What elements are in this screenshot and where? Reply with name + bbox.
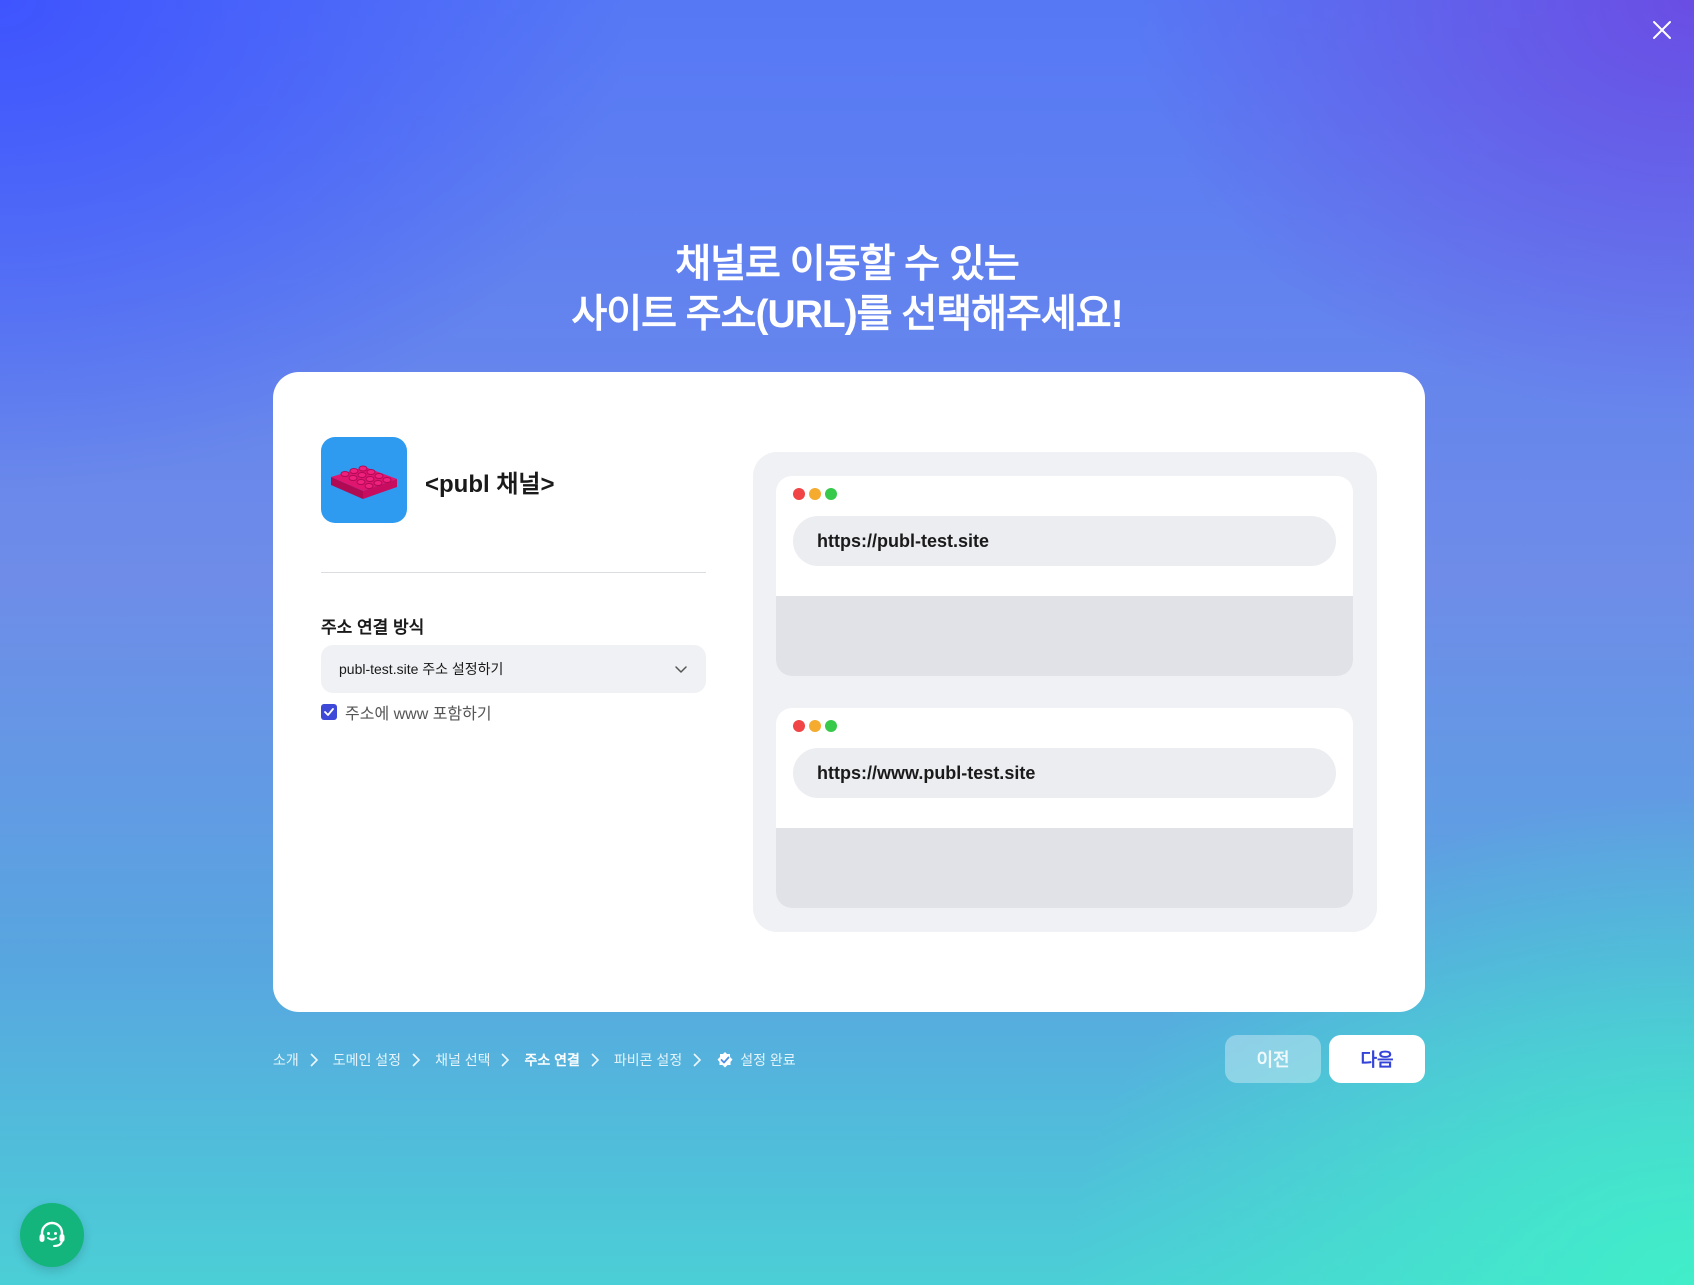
headset-icon <box>39 1221 65 1247</box>
step-favicon-settings: 파비콘 설정 <box>614 1050 716 1070</box>
browser-content-area <box>776 828 1353 908</box>
window-controls <box>793 720 837 732</box>
page-title: 채널로 이동할 수 있는 사이트 주소(URL)를 선택해주세요! <box>0 240 1694 340</box>
divider <box>321 572 706 573</box>
address-method-select[interactable]: publ-test.site 주소 설정하기 <box>321 645 706 693</box>
step-label: 파비콘 설정 <box>613 1052 683 1068</box>
main-card: <publ 채널> 주소 연결 방식 publ-test.site 주소 설정하… <box>273 372 1425 1012</box>
close-button[interactable] <box>1648 16 1676 44</box>
green-dot-icon <box>825 720 837 732</box>
step-label: 설정 완료 <box>740 1052 796 1068</box>
channel-name: <publ 채널> <box>425 471 555 498</box>
step-complete: 설정 완료 <box>716 1050 796 1070</box>
green-dot-icon <box>825 488 837 500</box>
close-icon <box>1653 21 1671 39</box>
address-method-label: 주소 연결 방식 <box>321 618 425 637</box>
step-label: 소개 <box>273 1052 299 1068</box>
step-breadcrumb: 소개 도메인 설정 채널 선택 주소 연결 파비콘 설정 설정 완료 <box>273 1049 796 1071</box>
browser-preview-1: https://publ-test.site <box>776 476 1353 676</box>
include-www-checkbox[interactable] <box>321 704 337 720</box>
step-label: 채널 선택 <box>435 1052 491 1068</box>
url-preview-panel: https://publ-test.site https://www.publ-… <box>753 452 1377 932</box>
lego-brick-icon <box>331 465 397 499</box>
yellow-dot-icon <box>809 488 821 500</box>
step-label: 주소 연결 <box>524 1052 580 1068</box>
chevron-right-icon <box>693 1053 702 1067</box>
chevron-right-icon <box>310 1053 318 1067</box>
page-title-line-1: 채널로 이동할 수 있는 <box>675 243 1019 286</box>
chevron-right-icon <box>412 1053 421 1067</box>
browser-content-area <box>776 596 1353 676</box>
check-icon <box>324 708 334 716</box>
support-chat-button[interactable] <box>20 1203 84 1267</box>
chevron-right-icon <box>501 1053 510 1067</box>
red-dot-icon <box>793 488 805 500</box>
next-button[interactable]: 다음 <box>1329 1035 1425 1083</box>
step-channel-select: 채널 선택 <box>435 1050 524 1070</box>
select-value: publ-test.site 주소 설정하기 <box>339 661 504 677</box>
page-title-line-2: 사이트 주소(URL)를 선택해주세요! <box>571 293 1123 336</box>
step-intro: 소개 <box>273 1050 333 1070</box>
red-dot-icon <box>793 720 805 732</box>
step-label: 도메인 설정 <box>332 1052 402 1068</box>
step-domain-settings: 도메인 설정 <box>333 1050 435 1070</box>
url-bar: https://publ-test.site <box>793 516 1336 566</box>
include-www-option[interactable]: 주소에 www 포함하기 <box>321 700 492 724</box>
chevron-right-icon <box>591 1053 600 1067</box>
browser-preview-2: https://www.publ-test.site <box>776 708 1353 908</box>
window-controls <box>793 488 837 500</box>
step-address-connect: 주소 연결 <box>524 1050 613 1070</box>
prev-button[interactable]: 이전 <box>1225 1035 1321 1083</box>
url-bar: https://www.publ-test.site <box>793 748 1336 798</box>
include-www-label: 주소에 www 포함하기 <box>345 706 492 723</box>
yellow-dot-icon <box>809 720 821 732</box>
verified-check-icon <box>717 1052 733 1068</box>
channel-logo <box>321 437 407 523</box>
chevron-down-icon <box>675 666 687 673</box>
